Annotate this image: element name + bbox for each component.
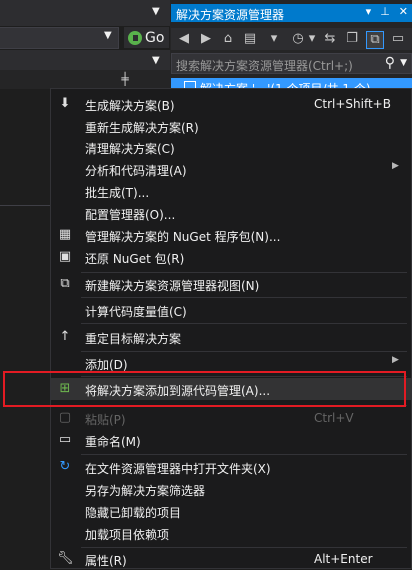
collapse-all-icon[interactable]: ❐ (344, 31, 360, 47)
sync-icon[interactable]: ⇆ (322, 31, 338, 47)
new-view-icon: ⧉ (60, 276, 70, 291)
divider (0, 205, 52, 206)
submenu-arrow-icon: ▶ (392, 161, 399, 171)
menu-separator (81, 297, 407, 298)
panel-title: 解决方案资源管理器 (176, 8, 285, 22)
menu-item-label: 批生成(T)... (85, 186, 150, 200)
menu-item-restore-nuget[interactable]: ▣ 还原 NuGet 包(R) (51, 246, 411, 268)
go-button-label: Go (145, 29, 165, 46)
menu-item-label: 粘贴(P) (85, 413, 126, 427)
menu-item-label: 管理解决方案的 NuGet 程序包(N)... (85, 230, 281, 244)
chevron-down-icon[interactable]: ▼ (400, 58, 407, 68)
member-combo-box[interactable] (0, 50, 170, 70)
menu-item-configuration-manager[interactable]: 配置管理器(O)... (51, 202, 411, 224)
menu-item-label: 隐藏已卸载的项目 (85, 506, 182, 520)
menu-item-new-explorer-view[interactable]: ⧉ 新建解决方案资源管理器视图(N) (51, 273, 411, 295)
menu-item-retarget-solution[interactable]: ↑ 重定目标解决方案 (51, 326, 411, 348)
menu-item-batch-build[interactable]: 批生成(T)... (51, 180, 411, 202)
menu-item-label: 清理解决方案(C) (85, 142, 175, 156)
menu-item-open-in-explorer[interactable]: ↻ 在文件资源管理器中打开文件夹(X) (51, 456, 411, 478)
menu-item-label: 还原 NuGet 包(R) (85, 252, 185, 266)
show-all-files-icon[interactable]: ⧉ (366, 31, 384, 49)
chevron-down-icon[interactable]: ▼ (152, 55, 160, 66)
editor-ruler (0, 70, 170, 89)
menu-separator (81, 323, 407, 324)
properties-icon: 🔧︎ (57, 551, 74, 566)
pin-icon[interactable]: ⊥ (380, 5, 390, 18)
search-icon[interactable]: ⚲ (385, 55, 395, 71)
menu-item-label: 在文件资源管理器中打开文件夹(X) (85, 462, 271, 476)
menu-item-label: 生成解决方案(B) (85, 99, 175, 113)
submenu-arrow-icon: ▶ (392, 355, 399, 365)
menu-item-shortcut: Ctrl+V (314, 411, 354, 425)
menu-item-rename[interactable]: ▭ 重命名(M) (51, 429, 411, 451)
menu-item-label: 重定目标解决方案 (85, 332, 182, 346)
go-icon (128, 30, 142, 45)
chevron-down-icon[interactable]: ▼ (104, 30, 112, 41)
menu-item-clean-solution[interactable]: 清理解决方案(C) (51, 136, 411, 158)
document-tab-strip (0, 0, 170, 26)
menu-item-hide-unloaded[interactable]: 隐藏已卸载的项目 (51, 500, 411, 522)
navigation-combo-box[interactable] (0, 27, 119, 49)
menu-item-label: 另存为解决方案筛选器 (85, 484, 206, 498)
menu-item-label: 加载项目依赖项 (85, 528, 170, 542)
editor-area[interactable] (0, 89, 52, 569)
menu-item-shortcut: Ctrl+Shift+B (314, 97, 391, 111)
solution-explorer-title-bar[interactable]: 解决方案资源管理器 ▾ ⊥ ✕ (171, 4, 412, 22)
chevron-down-icon[interactable]: ▼ (152, 6, 160, 17)
forward-icon[interactable]: ▶ (198, 31, 214, 47)
chevron-down-icon[interactable]: ▾ (304, 31, 320, 47)
menu-item-calculate-metrics[interactable]: 计算代码度量值(C) (51, 299, 411, 321)
menu-item-label: 重新生成解决方案(R) (85, 121, 199, 135)
nuget-package-icon: ▦ (58, 227, 72, 242)
menu-item-manage-nuget[interactable]: ▦ 管理解决方案的 NuGet 程序包(N)... (51, 224, 411, 246)
solution-explorer-search[interactable]: 搜索解决方案资源管理器(Ctrl+;) ⚲ ▼ (171, 53, 412, 74)
menu-item-build-solution[interactable]: ⬇ 生成解决方案(B) Ctrl+Shift+B (51, 93, 411, 115)
highlight-box (3, 371, 406, 407)
menu-item-load-dependencies[interactable]: 加载项目依赖项 (51, 522, 411, 544)
rename-icon: ▭ (58, 432, 72, 447)
menu-item-label: 重命名(M) (85, 435, 141, 449)
switch-views-icon[interactable]: ▤ (242, 31, 258, 47)
menu-item-label: 新建解决方案资源管理器视图(N) (85, 279, 260, 293)
menu-item-label: 计算代码度量值(C) (85, 305, 187, 319)
menu-item-shortcut: Alt+Enter (314, 552, 373, 566)
properties-icon[interactable]: ▭ (390, 31, 406, 47)
context-menu: ⬇ 生成解决方案(B) Ctrl+Shift+B 重新生成解决方案(R) 清理解… (50, 88, 412, 569)
chevron-down-icon[interactable]: ▾ (266, 31, 282, 47)
menu-item-label: 配置管理器(O)... (85, 208, 176, 222)
menu-item-analyze-code-cleanup[interactable]: 分析和代码清理(A) ▶ (51, 158, 411, 180)
menu-item-save-as-filter[interactable]: 另存为解决方案筛选器 (51, 478, 411, 500)
go-button[interactable]: Go (124, 27, 169, 48)
menu-item-label: 分析和代码清理(A) (85, 164, 187, 178)
home-icon[interactable]: ⌂ (220, 31, 236, 47)
menu-item-properties[interactable]: 🔧︎ 属性(R) Alt+Enter (51, 548, 411, 570)
retarget-icon: ↑ (59, 329, 71, 344)
paste-icon: ▢ (58, 410, 72, 425)
restore-nuget-icon: ▣ (58, 249, 72, 264)
menu-item-label: 属性(R) (85, 554, 127, 568)
menu-item-rebuild-solution[interactable]: 重新生成解决方案(R) (51, 115, 411, 137)
menu-item-paste[interactable]: ▢ 粘贴(P) Ctrl+V (51, 407, 411, 429)
search-input[interactable]: 搜索解决方案资源管理器(Ctrl+;) (176, 57, 353, 74)
build-solution-icon: ⬇ (59, 96, 71, 111)
open-folder-icon: ↻ (59, 459, 71, 474)
close-icon[interactable]: ✕ (399, 5, 408, 18)
menu-separator (81, 454, 407, 455)
back-icon[interactable]: ◀ (176, 31, 192, 47)
window-position-icon[interactable]: ▾ (366, 5, 372, 18)
